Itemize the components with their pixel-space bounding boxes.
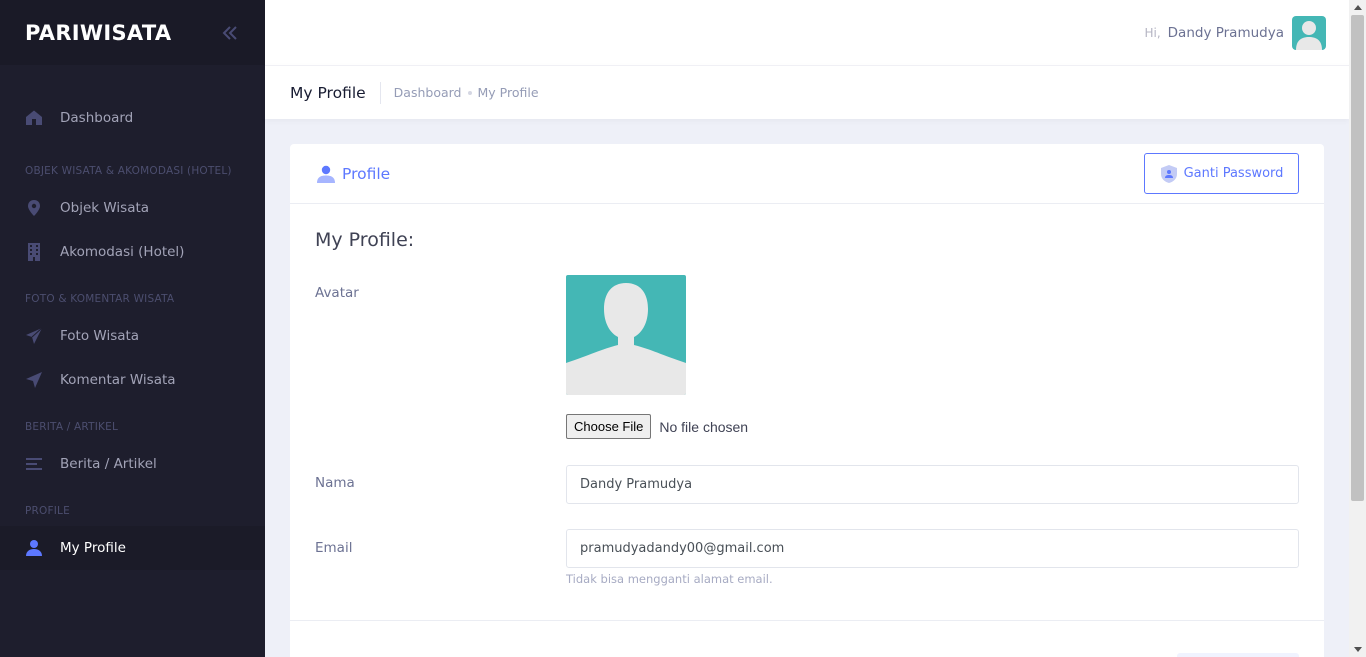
subheader: My Profile Dashboard My Profile: [265, 65, 1349, 119]
change-password-label: Ganti Password: [1183, 166, 1284, 181]
collapse-sidebar-icon[interactable]: [220, 23, 240, 43]
sidebar-item-label: Berita / Artikel: [60, 456, 157, 472]
sidebar-item-label: My Profile: [60, 540, 126, 556]
page-title: My Profile: [290, 81, 381, 104]
sidebar-section-profile: PROFILE: [25, 505, 70, 517]
map-marker-icon: [25, 199, 43, 217]
brand-bar: PARIWISATA: [0, 0, 265, 65]
email-hint: Tidak bisa mengganti alamat email.: [566, 572, 773, 586]
page-scrollbar[interactable]: [1349, 0, 1366, 657]
shield-icon: [1160, 164, 1178, 183]
card-title-label: Profile: [342, 164, 391, 183]
sidebar-item-komentar-wisata[interactable]: Komentar Wisata: [0, 358, 265, 402]
user-icon: [25, 539, 43, 557]
user-icon: [315, 163, 337, 185]
home-icon: [25, 109, 43, 127]
navigation-icon: [25, 371, 43, 389]
sidebar-item-label: Komentar Wisata: [60, 372, 176, 388]
card-title: Profile: [315, 163, 390, 185]
sidebar: PARIWISATA Dashboard OBJEK WISATA & AKOM…: [0, 0, 265, 657]
sidebar-item-my-profile[interactable]: My Profile: [0, 526, 265, 570]
change-password-button[interactable]: Ganti Password: [1144, 153, 1299, 194]
breadcrumb-current[interactable]: My Profile: [478, 85, 539, 100]
breadcrumb-separator: [467, 90, 472, 95]
send-icon: [25, 327, 43, 345]
breadcrumb-dashboard[interactable]: Dashboard: [394, 85, 462, 100]
profile-card: Profile Ganti Password My Profile: Avata…: [290, 144, 1324, 657]
choose-file-button[interactable]: Choose File: [566, 414, 652, 439]
email-label: Email: [315, 540, 353, 556]
name-label: Nama: [315, 475, 355, 491]
sidebar-menu: Dashboard OBJEK WISATA & AKOMODASI (HOTE…: [0, 96, 265, 570]
avatar-label: Avatar: [315, 285, 359, 301]
email-field[interactable]: pramudyadandy00@gmail.com: [566, 529, 1299, 568]
sidebar-item-berita-artikel[interactable]: Berita / Artikel: [0, 442, 265, 486]
sidebar-item-foto-wisata[interactable]: Foto Wisata: [0, 314, 265, 358]
user-avatar[interactable]: [1292, 15, 1326, 50]
brand-logo[interactable]: PARIWISATA: [25, 21, 171, 45]
sidebar-item-dashboard[interactable]: Dashboard: [0, 96, 265, 140]
submit-button[interactable]: [1177, 653, 1299, 657]
text-lines-icon: [25, 455, 43, 473]
sidebar-item-label: Objek Wisata: [60, 200, 150, 216]
building-icon: [25, 243, 43, 261]
greeting-text: Hi,: [1144, 25, 1161, 40]
top-header: Hi, Dandy Pramudya: [265, 0, 1349, 65]
sidebar-section-berita: BERITA / ARTIKEL: [25, 421, 119, 433]
sidebar-section-objek-wisata: OBJEK WISATA & AKOMODASI (HOTEL): [25, 165, 232, 177]
header-user-name[interactable]: Dandy Pramudya: [1168, 25, 1284, 41]
sidebar-section-foto-komentar: FOTO & KOMENTAR WISATA: [25, 293, 175, 305]
card-header: Profile Ganti Password: [290, 144, 1324, 204]
sidebar-item-label: Akomodasi (Hotel): [60, 244, 185, 260]
scroll-up-icon[interactable]: [1349, 0, 1366, 15]
scrollbar-thumb[interactable]: [1351, 15, 1364, 501]
avatar-file-input: Choose File No file chosen: [566, 414, 748, 439]
sidebar-item-label: Dashboard: [60, 110, 134, 126]
sidebar-item-objek-wisata[interactable]: Objek Wisata: [0, 186, 265, 230]
sidebar-item-label: Foto Wisata: [60, 328, 140, 344]
name-field[interactable]: Dandy Pramudya: [566, 465, 1299, 504]
sidebar-item-akomodasi[interactable]: Akomodasi (Hotel): [0, 230, 265, 274]
profile-avatar-image: [566, 275, 686, 395]
file-status-text: No file chosen: [659, 418, 749, 435]
form-title: My Profile:: [315, 229, 415, 251]
scroll-down-icon[interactable]: [1349, 642, 1366, 657]
card-footer-divider: [290, 620, 1324, 621]
